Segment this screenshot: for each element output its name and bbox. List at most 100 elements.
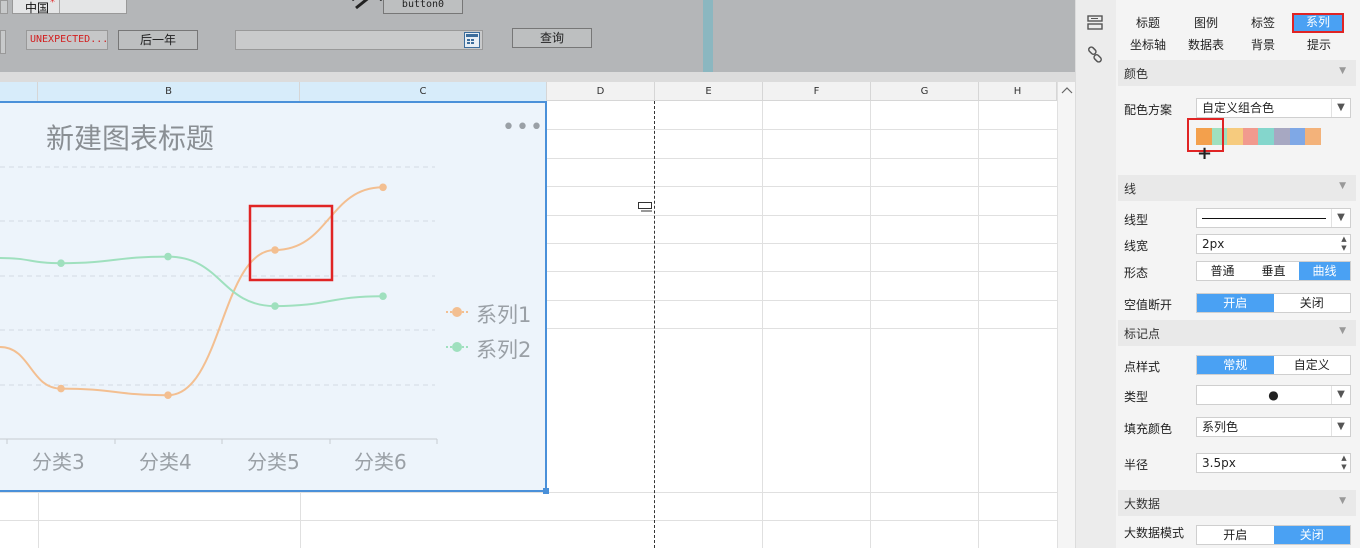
- button0[interactable]: button0: [383, 0, 463, 14]
- highlight-rectangle: [248, 204, 334, 282]
- shape-option-vertical[interactable]: 垂直: [1248, 262, 1299, 280]
- marker-style-custom[interactable]: 自定义: [1274, 356, 1351, 374]
- shape-label: 形态: [1124, 266, 1149, 280]
- decrement-icon[interactable]: ▼: [1338, 463, 1350, 472]
- shape-option-normal[interactable]: 普通: [1197, 262, 1248, 280]
- layers-icon[interactable]: [1086, 15, 1104, 31]
- column-header-b[interactable]: B: [38, 82, 300, 101]
- x-tick-label: 分类4: [139, 450, 192, 474]
- scroll-up-icon[interactable]: [1058, 82, 1076, 98]
- radius-stepper[interactable]: 3.5px ▲ ▼: [1196, 453, 1351, 473]
- palette-swatch[interactable]: [1242, 128, 1259, 145]
- bigdata-mode-toggle[interactable]: 开启 关闭: [1196, 525, 1351, 545]
- tab-tooltip[interactable]: 提示: [1292, 36, 1346, 55]
- next-year-button[interactable]: 后一年: [118, 30, 198, 50]
- chevron-down-icon: ▼: [1339, 496, 1346, 506]
- tab-title[interactable]: 标题: [1121, 14, 1175, 33]
- column-header-d[interactable]: D: [547, 82, 655, 101]
- null-break-label: 空值断开: [1124, 298, 1173, 312]
- section-marker[interactable]: 标记点 ▼: [1118, 320, 1356, 346]
- palette-swatch[interactable]: [1274, 128, 1291, 145]
- x-tick-label: 分类3: [32, 450, 85, 474]
- legend-marker-series2: [446, 339, 468, 355]
- line-width-stepper[interactable]: 2px ▲ ▼: [1196, 234, 1351, 254]
- section-bigdata[interactable]: 大数据 ▼: [1118, 490, 1356, 516]
- palette-swatch[interactable]: [1227, 128, 1244, 145]
- series-point-1: [271, 246, 279, 254]
- add-color-icon[interactable]: +: [1197, 145, 1212, 163]
- panel-icon-strip: [1076, 0, 1116, 548]
- bigdata-mode-off[interactable]: 关闭: [1273, 526, 1350, 544]
- decrement-icon[interactable]: ▼: [1338, 244, 1350, 253]
- tab-datasheet[interactable]: 数据表: [1179, 36, 1233, 55]
- series-point-2: [271, 302, 279, 310]
- shape-toggle[interactable]: 普通 垂直 曲线: [1196, 261, 1351, 281]
- chevron-down-icon: ▼: [1331, 418, 1350, 436]
- increment-icon[interactable]: ▲: [1338, 454, 1350, 463]
- chevron-down-icon: ▼: [1331, 209, 1350, 227]
- marker-type-value: ●: [1268, 388, 1279, 402]
- line-style-preview: [1202, 218, 1326, 219]
- chevron-down-icon: ▼: [1331, 99, 1350, 117]
- tab-background[interactable]: 背景: [1236, 36, 1290, 55]
- column-header-a[interactable]: [0, 82, 38, 101]
- series-line-1: [0, 186, 384, 397]
- line-type-label: 线型: [1124, 213, 1149, 227]
- legend-marker-series1: [446, 304, 468, 320]
- line-type-select[interactable]: ▼: [1196, 208, 1351, 228]
- palette-swatch[interactable]: [1289, 128, 1306, 145]
- marker-style-toggle[interactable]: 常规 自定义: [1196, 355, 1351, 375]
- marker-type-select[interactable]: ● ▼: [1196, 385, 1351, 405]
- vertical-scrollbar[interactable]: [1057, 82, 1075, 548]
- fill-color-value: 系列色: [1202, 420, 1239, 434]
- color-scheme-label: 配色方案: [1124, 103, 1173, 117]
- tab-axis[interactable]: 坐标轴: [1121, 36, 1175, 55]
- marker-style-normal[interactable]: 常规: [1197, 356, 1274, 374]
- section-bigdata-label: 大数据: [1124, 497, 1161, 511]
- query-button[interactable]: 查询: [512, 28, 592, 48]
- null-break-on[interactable]: 开启: [1197, 294, 1274, 312]
- tab-series[interactable]: 系列: [1292, 13, 1344, 33]
- null-break-toggle[interactable]: 开启 关闭: [1196, 293, 1351, 313]
- tab-legend[interactable]: 图例: [1179, 14, 1233, 33]
- error-field: UNEXPECTED...: [26, 30, 108, 50]
- line-width-value: 2px: [1202, 237, 1225, 251]
- shape-option-curve[interactable]: 曲线: [1299, 262, 1350, 280]
- column-header-g[interactable]: G: [871, 82, 979, 101]
- column-header-f[interactable]: F: [763, 82, 871, 101]
- column-header-e[interactable]: E: [655, 82, 763, 101]
- series-point-2: [379, 292, 387, 300]
- tab-label[interactable]: 标签: [1236, 14, 1290, 33]
- column-header-c[interactable]: C: [300, 82, 547, 101]
- required-mark: *: [50, 0, 55, 8]
- increment-icon[interactable]: ▲: [1338, 235, 1350, 244]
- chevron-down-icon: ▼: [1339, 66, 1346, 76]
- calendar-icon[interactable]: [464, 32, 480, 48]
- region-combo[interactable]: 中国 *: [12, 0, 127, 15]
- palette-swatch[interactable]: [1258, 128, 1275, 145]
- link-icon[interactable]: [1086, 46, 1104, 64]
- chart-gridlines: [0, 166, 438, 444]
- sheet-gap: [0, 72, 1075, 82]
- param-edge-2: [0, 30, 6, 54]
- resize-handle[interactable]: [543, 488, 549, 494]
- date-input[interactable]: [235, 30, 483, 50]
- legend-label-series2: 系列2: [476, 338, 532, 362]
- section-line[interactable]: 线 ▼: [1118, 175, 1356, 201]
- null-break-off[interactable]: 关闭: [1274, 294, 1351, 312]
- section-color[interactable]: 颜色 ▼: [1118, 60, 1356, 86]
- section-color-label: 颜色: [1124, 67, 1149, 81]
- bigdata-mode-on[interactable]: 开启: [1197, 526, 1274, 544]
- color-scheme-value: 自定义组合色: [1202, 101, 1275, 115]
- radius-value: 3.5px: [1202, 456, 1236, 470]
- chart-widget[interactable]: 新建图表标题 ••• 系列1 系列2 分类3 分类4 分类5 分类6: [0, 101, 547, 492]
- palette-swatch[interactable]: [1305, 128, 1322, 145]
- error-text: UNEXPECTED...: [30, 34, 109, 45]
- color-scheme-select[interactable]: 自定义组合色 ▼: [1196, 98, 1351, 118]
- column-header-h[interactable]: H: [979, 82, 1057, 101]
- series-point-2: [164, 252, 172, 261]
- line-width-label: 线宽: [1124, 239, 1149, 253]
- fill-color-select[interactable]: 系列色 ▼: [1196, 417, 1351, 437]
- parameter-bar: 中国 * UNEXPECTED... 后一年 button0 查询: [0, 0, 1075, 72]
- series-point-1: [379, 183, 387, 192]
